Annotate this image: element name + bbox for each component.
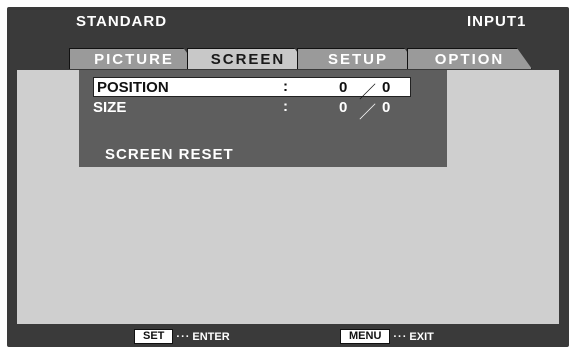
position-label: POSITION — [97, 79, 169, 96]
screen-reset-menu-item[interactable]: SCREEN RESET — [105, 146, 234, 163]
position-horizontal-value: 0 — [339, 79, 348, 96]
set-key-icon: SET — [134, 329, 174, 344]
input-source-label: INPUT1 — [467, 13, 527, 30]
tab-screen[interactable]: SCREEN — [187, 48, 309, 69]
screen-settings-panel: POSITION : 0 ／ 0 SIZE : 0 ／ 0 SCREEN RES… — [79, 70, 447, 167]
position-colon: : — [283, 78, 288, 95]
enter-hint-dots: ··· — [176, 330, 191, 343]
exit-hint-text: EXIT — [409, 330, 434, 343]
tab-option-label: OPTION — [434, 51, 505, 68]
enter-hint-text: ENTER — [192, 330, 230, 343]
size-colon: : — [283, 98, 288, 115]
osd-menu: STANDARD INPUT1 PICTURE SCREEN SETUP OPT… — [7, 7, 569, 347]
tab-screen-label: SCREEN — [210, 51, 286, 68]
enter-hint: SET ··· ENTER — [134, 329, 230, 344]
position-menu-item[interactable]: POSITION : 0 ／ 0 — [93, 77, 411, 102]
size-horizontal-value: 0 — [339, 99, 348, 116]
size-separator: ／ — [359, 103, 376, 122]
tab-setup-label: SETUP — [327, 51, 388, 68]
tab-picture-label: PICTURE — [94, 51, 174, 68]
tab-option[interactable]: OPTION — [407, 48, 532, 69]
size-label: SIZE — [93, 99, 127, 116]
footer-hints: SET ··· ENTER MENU ··· EXIT — [7, 324, 569, 347]
tab-picture[interactable]: PICTURE — [69, 48, 199, 69]
exit-hint: MENU ··· EXIT — [340, 329, 434, 344]
tab-setup[interactable]: SETUP — [297, 48, 419, 69]
size-menu-item[interactable]: SIZE : 0 ／ 0 — [93, 98, 423, 122]
screen-menu-area: POSITION : 0 ／ 0 SIZE : 0 ／ 0 SCREEN RES… — [17, 70, 559, 324]
menu-key-icon: MENU — [340, 329, 391, 344]
picture-mode-label: STANDARD — [76, 13, 168, 30]
size-vertical-value: 0 — [382, 99, 391, 116]
position-vertical-value: 0 — [382, 79, 391, 96]
exit-hint-dots: ··· — [393, 330, 408, 343]
menu-tabs: PICTURE SCREEN SETUP OPTION — [69, 48, 539, 70]
